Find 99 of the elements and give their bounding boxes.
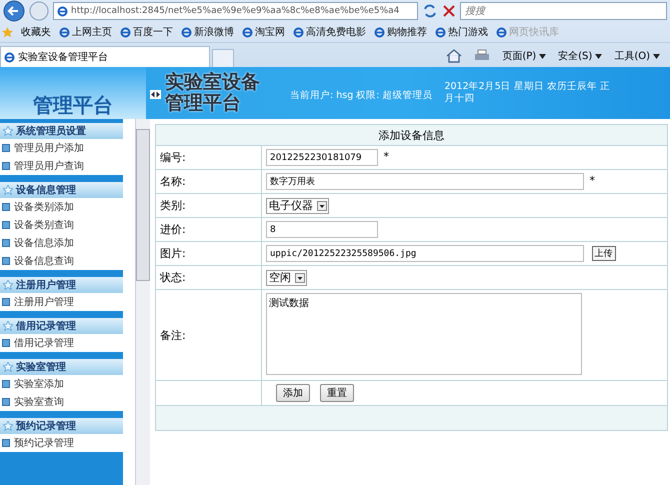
bullet-icon: [2, 203, 10, 211]
favorite-link[interactable]: 淘宝网: [255, 25, 285, 39]
bullet-icon: [2, 221, 10, 229]
bullet-icon: [2, 339, 10, 347]
refresh-icon[interactable]: [422, 3, 438, 19]
site-title: 实验室设备管理平台: [165, 72, 261, 114]
upload-button[interactable]: 上传: [592, 246, 616, 260]
bullet-icon: [2, 298, 10, 306]
input-field[interactable]: uppic/20122522325589506.jpg: [266, 245, 584, 262]
user-info: 当前用户: hsg 权限: 超级管理员: [290, 89, 432, 102]
form-button[interactable]: 重置: [320, 384, 354, 402]
section-title: 注册用户管理: [16, 278, 76, 292]
section-header[interactable]: 实验室管理: [0, 359, 123, 375]
section-title: 借用记录管理: [16, 320, 76, 333]
section-title: 预约记录管理: [16, 420, 76, 433]
field-label: 类别:: [156, 194, 262, 218]
section-header[interactable]: 注册用户管理: [0, 277, 123, 293]
sidebar-item[interactable]: 实验室添加: [14, 377, 64, 391]
field-label: 图片:: [156, 242, 262, 266]
page-icon: [374, 26, 385, 38]
command-menu[interactable]: 安全(S): [558, 49, 592, 63]
input-field[interactable]: 8: [266, 221, 378, 238]
page-icon: [59, 26, 70, 38]
toggle-icon[interactable]: [150, 90, 161, 99]
favorite-link[interactable]: 上网主页: [72, 25, 112, 39]
command-menu[interactable]: 页面(P): [502, 49, 536, 63]
favorite-link[interactable]: 高清免费电影: [306, 25, 366, 39]
dropdown[interactable]: 空闲: [266, 270, 307, 286]
bullet-icon: [2, 439, 10, 447]
input-field[interactable]: 2012252230181079: [266, 149, 378, 166]
star-icon: [3, 126, 13, 136]
home-icon[interactable]: [446, 49, 462, 63]
sidebar-item[interactable]: 设备信息添加: [14, 236, 74, 250]
star-icon: [3, 185, 13, 195]
page-icon: [57, 6, 68, 16]
bullet-icon: [2, 144, 10, 152]
page-icon: [181, 26, 192, 38]
required-mark: *: [590, 174, 595, 187]
bullet-icon: [2, 257, 10, 265]
date-text: 2012年2月5日 星期日 农历壬辰年 正月十四: [444, 81, 611, 105]
page-icon: [242, 26, 253, 38]
caret-icon: [653, 54, 660, 58]
address-bar[interactable]: http://localhost:2845/net%e5%ae%9e%e9%aa%8c%e8%ae%be%e5%a4: [53, 2, 418, 20]
field-label: 状态:: [156, 266, 262, 290]
back-icon[interactable]: [3, 0, 25, 22]
required-mark: *: [384, 150, 389, 162]
favorite-link[interactable]: 百度一下: [133, 25, 173, 39]
sidebar-item[interactable]: 借用记录管理: [14, 336, 74, 350]
sidebar-item[interactable]: 管理员用户添加: [14, 141, 84, 155]
star-icon: [3, 280, 13, 290]
section-header[interactable]: 借用记录管理: [0, 318, 123, 334]
sidebar-item[interactable]: 注册用户管理: [14, 295, 74, 309]
section-title: 系统管理员设置: [16, 124, 86, 138]
page-icon: [496, 26, 507, 38]
page-icon: [293, 26, 304, 38]
caret-icon: [539, 54, 546, 58]
page-icon: [4, 52, 15, 62]
favorite-link[interactable]: 热门游戏: [448, 25, 488, 39]
section-header[interactable]: 设备信息管理: [0, 182, 123, 198]
section-title: 设备信息管理: [16, 184, 76, 197]
sidebar-item[interactable]: 设备信息查询: [14, 254, 74, 268]
sidebar-item[interactable]: 管理员用户查询: [14, 159, 84, 173]
favorite-link[interactable]: 新浪微博: [194, 25, 234, 39]
section-title: 实验室管理: [16, 360, 66, 374]
bullet-icon: [2, 162, 10, 170]
notes-field[interactable]: 测试数据: [266, 292, 582, 374]
dropdown[interactable]: 电子仪器: [266, 198, 329, 214]
sidebar-item[interactable]: 设备类别查询: [14, 218, 74, 232]
field-label: 备注:: [156, 290, 262, 380]
logo-text: 管理平台: [33, 92, 113, 119]
star-icon: [3, 421, 13, 431]
section-header[interactable]: 系统管理员设置: [0, 123, 123, 139]
sidebar-item[interactable]: 设备类别添加: [14, 200, 74, 214]
close-icon[interactable]: [442, 4, 456, 18]
bullet-icon: [2, 380, 10, 388]
field-label: 进价:: [156, 218, 262, 242]
page-icon: [435, 26, 446, 38]
sidebar-item[interactable]: 预约记录管理: [14, 436, 74, 450]
field-label: 编号:: [156, 146, 262, 170]
scrollbar[interactable]: [135, 119, 150, 485]
search-field[interactable]: 搜搜: [460, 2, 667, 20]
input-field[interactable]: 数字万用表: [266, 173, 584, 190]
section-header[interactable]: 预约记录管理: [0, 418, 123, 434]
sidebar-item[interactable]: 实验室查询: [14, 395, 64, 409]
star-icon: [3, 321, 13, 331]
bullet-icon: [2, 398, 10, 406]
browser-tab[interactable]: 实验室设备管理平台: [0, 46, 210, 67]
form-button[interactable]: 添加: [276, 384, 310, 402]
favorite-link[interactable]: 购物推荐: [387, 25, 427, 39]
star-icon: [3, 362, 13, 372]
star-icon: [2, 26, 13, 38]
page-icon: [120, 26, 131, 38]
field-label: 名称:: [156, 170, 262, 194]
bullet-icon: [2, 239, 10, 247]
caret-icon: [595, 54, 602, 58]
printer-icon[interactable]: [474, 49, 490, 63]
command-menu[interactable]: 工具(O): [614, 49, 650, 63]
favorites-button[interactable]: 收藏夹: [21, 25, 51, 39]
form-title: 添加设备信息: [156, 124, 668, 146]
